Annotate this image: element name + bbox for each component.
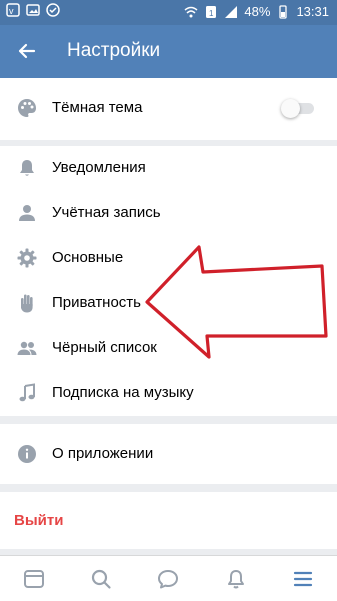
page-title: Настройки bbox=[67, 40, 161, 61]
notifications-icon[interactable] bbox=[224, 567, 248, 591]
wifi-icon bbox=[184, 6, 198, 17]
messages-icon[interactable] bbox=[156, 567, 180, 591]
dark-theme-label: Тёмная тема bbox=[52, 99, 143, 116]
app-bar: Настройки bbox=[0, 25, 337, 78]
info-icon bbox=[18, 445, 36, 463]
sim-icon: 1 bbox=[206, 5, 217, 18]
toggle-knob bbox=[281, 99, 300, 118]
logout-label: Выйти bbox=[14, 512, 64, 529]
logout-section: Выйти bbox=[0, 492, 337, 549]
hand-icon bbox=[21, 294, 33, 313]
gear-icon bbox=[17, 248, 37, 268]
people-icon bbox=[17, 341, 37, 355]
about-section: О приложении bbox=[0, 424, 337, 484]
settings-item-label: Учётная запись bbox=[52, 204, 161, 221]
settings-item-label: Чёрный список bbox=[52, 339, 157, 356]
svg-text:1: 1 bbox=[209, 9, 214, 18]
signal-icon bbox=[225, 5, 238, 18]
dark-theme-row[interactable]: Тёмная тема bbox=[0, 86, 337, 131]
person-icon bbox=[19, 205, 35, 221]
search-icon[interactable] bbox=[89, 567, 113, 591]
menu-icon[interactable] bbox=[291, 567, 315, 591]
about-app-row[interactable]: О приложении bbox=[0, 432, 337, 477]
settings-list: Уведомления Учётная запись Основные Прив… bbox=[0, 146, 337, 416]
theme-section: Тёмная тема bbox=[0, 78, 337, 140]
bell-icon bbox=[20, 160, 34, 176]
arrow-left-icon[interactable] bbox=[12, 36, 42, 66]
settings-item-label: Основные bbox=[52, 249, 124, 266]
settings-item-general[interactable]: Основные bbox=[0, 236, 337, 281]
vk-notification-icon: v bbox=[6, 3, 20, 17]
battery-icon bbox=[279, 4, 288, 19]
palette-icon bbox=[18, 99, 36, 117]
battery-percentage: 48% bbox=[244, 4, 271, 19]
settings-item-account[interactable]: Учётная запись bbox=[0, 191, 337, 236]
settings-item-privacy[interactable]: Приватность bbox=[0, 281, 337, 326]
settings-item-music-subscription[interactable]: Подписка на музыку bbox=[0, 371, 337, 416]
settings-item-label: Уведомления bbox=[52, 159, 146, 176]
news-icon[interactable] bbox=[22, 567, 46, 591]
check-notification-icon bbox=[46, 3, 60, 17]
settings-item-label: Подписка на музыку bbox=[52, 384, 194, 401]
status-bar: v 1 48% 13:31 bbox=[0, 0, 337, 25]
logout-button[interactable]: Выйти bbox=[0, 498, 337, 543]
bottom-navigation bbox=[0, 555, 337, 601]
music-note-icon bbox=[19, 383, 35, 402]
clock: 13:31 bbox=[296, 4, 329, 19]
svg-text:v: v bbox=[9, 6, 14, 16]
settings-item-blacklist[interactable]: Чёрный список bbox=[0, 326, 337, 371]
about-app-label: О приложении bbox=[52, 445, 154, 462]
dark-theme-toggle[interactable] bbox=[281, 98, 315, 118]
image-notification-icon bbox=[26, 4, 40, 16]
settings-item-label: Приватность bbox=[52, 294, 141, 311]
settings-item-notifications[interactable]: Уведомления bbox=[0, 146, 337, 191]
